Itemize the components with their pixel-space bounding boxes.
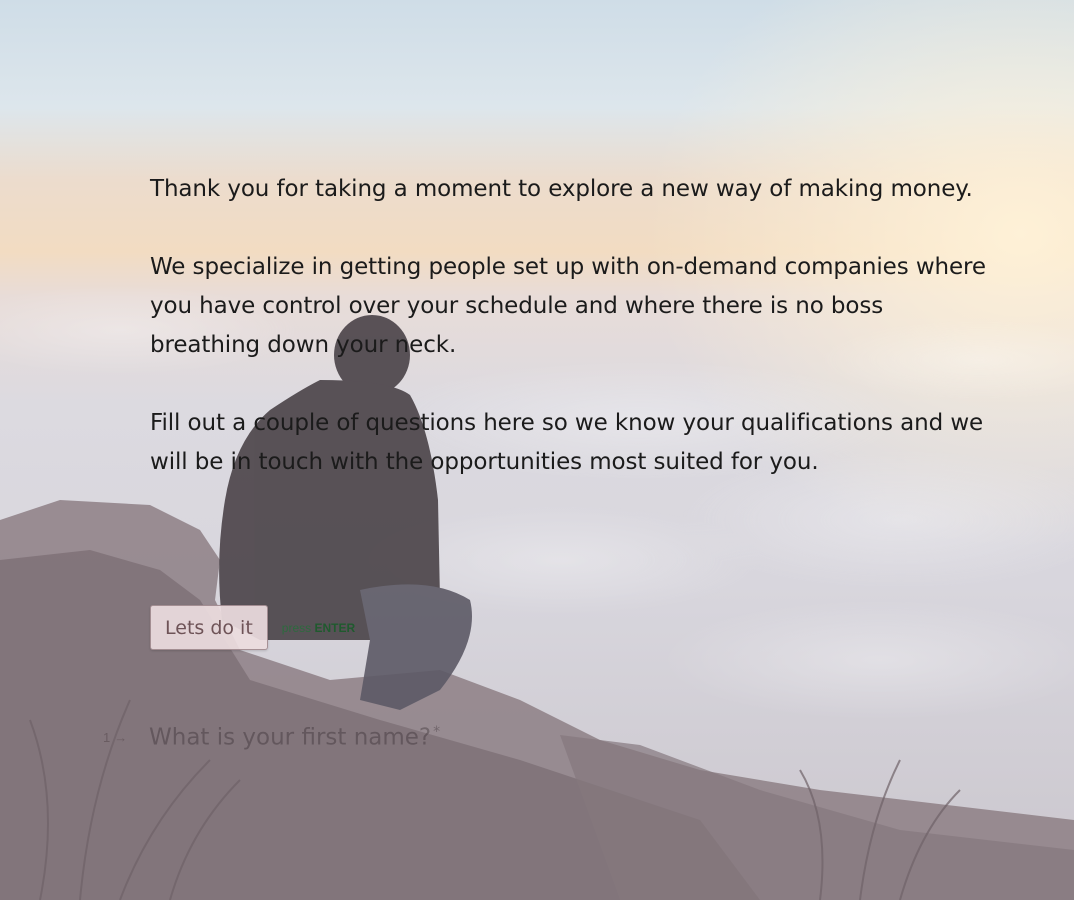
welcome-screen: Thank you for taking a moment to explore… <box>150 170 990 521</box>
hint-prefix: press <box>281 620 312 635</box>
intro-paragraph-3: Fill out a couple of questions here so w… <box>150 410 984 475</box>
start-button[interactable]: Lets do it <box>150 605 268 650</box>
question-number: 1 → <box>103 730 149 745</box>
question-label: What is your first name? * <box>149 724 440 751</box>
hint-key: ENTER <box>314 620 356 635</box>
intro-paragraph-1: Thank you for taking a moment to explore… <box>150 176 973 202</box>
question-first-name[interactable]: 1 → What is your first name? * <box>103 724 440 751</box>
question-text: What is your first name? <box>149 724 432 751</box>
welcome-message: Thank you for taking a moment to explore… <box>150 170 990 482</box>
keyboard-hint: press ENTER <box>282 621 355 635</box>
arrow-right-icon: → <box>114 729 128 745</box>
question-number-value: 1 <box>103 729 111 745</box>
required-mark: * <box>433 724 441 740</box>
start-action-row: Lets do it press ENTER <box>150 605 355 650</box>
intro-paragraph-2: We specialize in getting people set up w… <box>150 254 986 358</box>
